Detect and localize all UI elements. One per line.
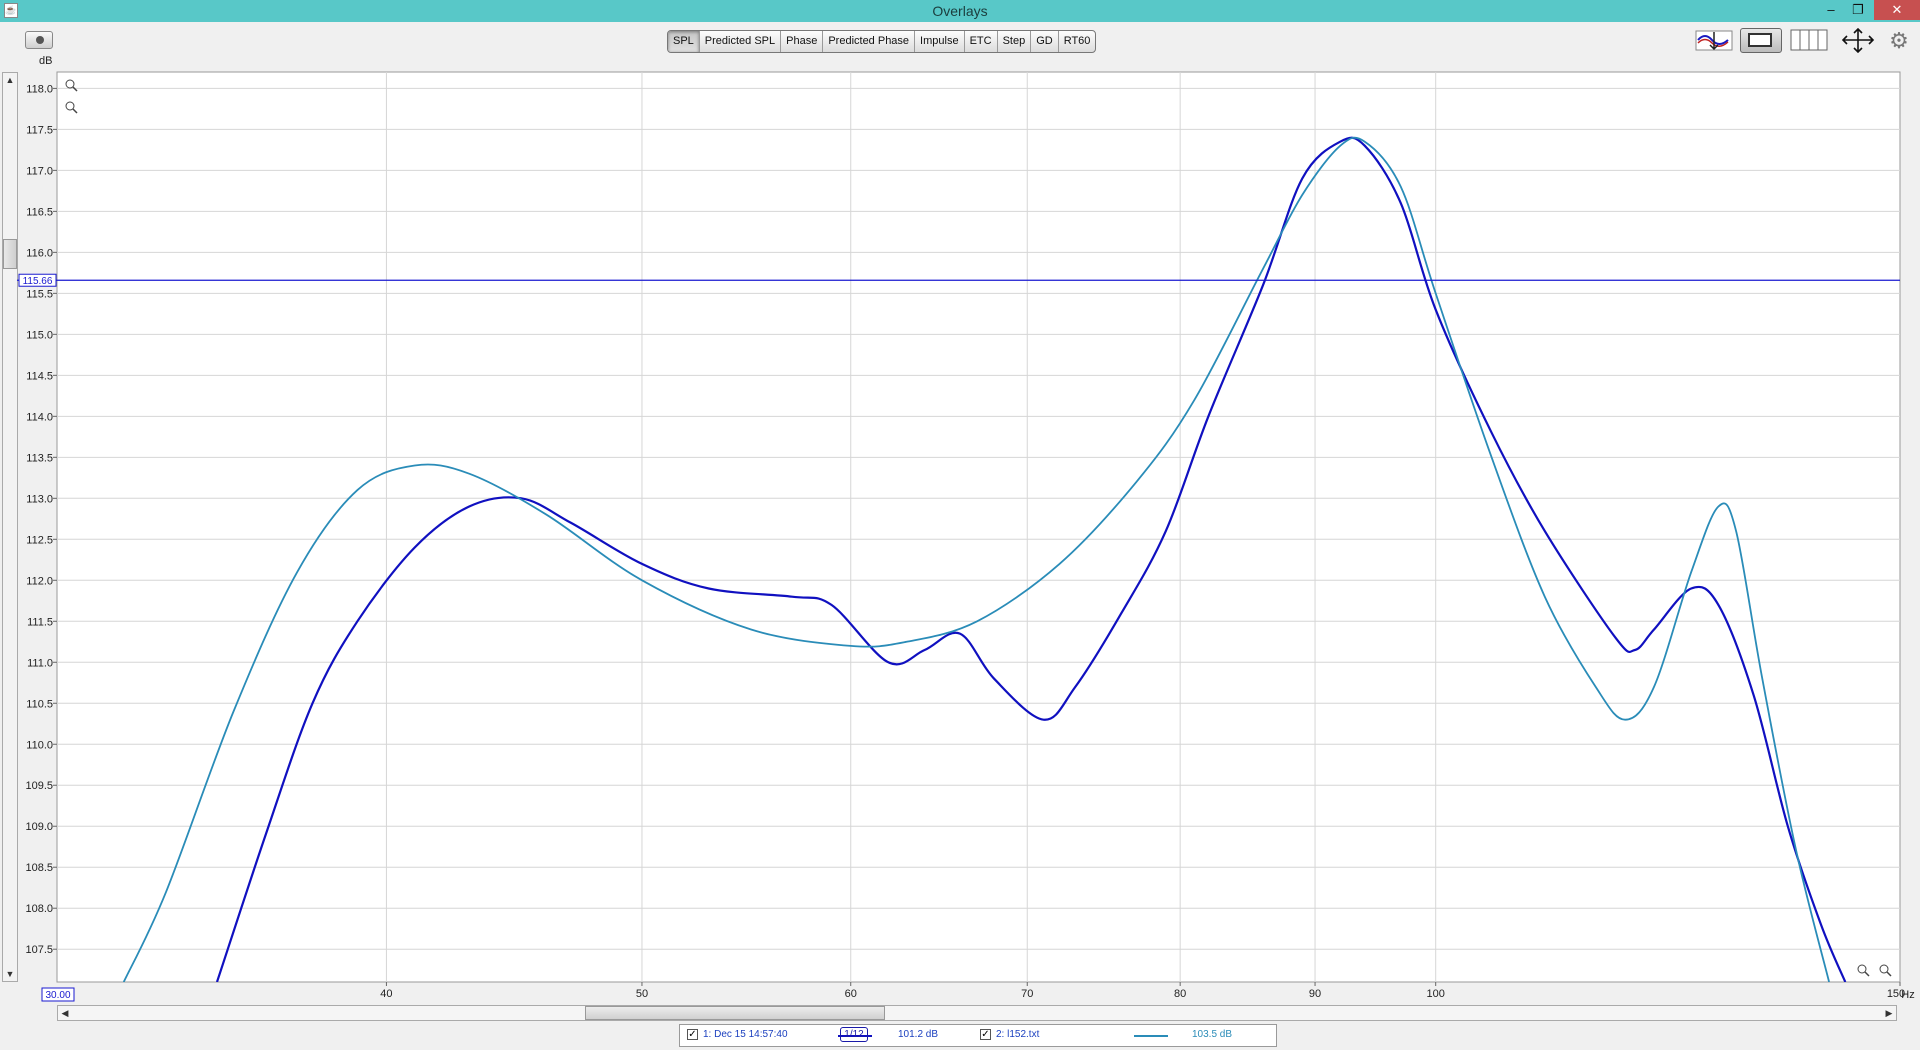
scroll-thumb[interactable] (585, 1006, 885, 1020)
y-tick-label: 107.5 (25, 944, 53, 956)
y-tick-label: 117.0 (26, 165, 53, 177)
x-tick-label: 60 (845, 988, 857, 1000)
x-start-readout: 30.00 (41, 987, 75, 1002)
x-tick-label: 80 (1174, 988, 1186, 1000)
measurement-1-level: 101.2 dB (898, 1029, 939, 1040)
x-axis-unit: Hz (1901, 989, 1914, 1001)
plot-area[interactable] (56, 71, 1901, 983)
cursor-value: 115.66 (23, 276, 53, 287)
y-tick-label: 115.5 (26, 288, 53, 300)
y-tick-label: 108.5 (25, 862, 53, 874)
y-tick-label: 113.5 (26, 452, 53, 464)
measurement-1-label[interactable]: 1: Dec 15 14:57:40 (703, 1029, 788, 1040)
y-tick-label: 113.0 (26, 493, 53, 505)
y-tick-label: 112.0 (26, 575, 53, 587)
x-tick-label: 70 (1021, 988, 1033, 1000)
smoothing-badge[interactable]: 1/12 (840, 1027, 868, 1042)
y-tick-label: 110.5 (26, 698, 53, 710)
scroll-right-arrow[interactable]: ▶ (1882, 1006, 1896, 1020)
measurement-2-line-swatch (1134, 1035, 1168, 1037)
x-start-value: 30.00 (45, 990, 70, 1001)
x-tick-label: 90 (1309, 988, 1321, 1000)
measurement-legend: ✓ 1: Dec 15 14:57:40 1/12 101.2 dB ✓ 2: … (679, 1024, 1277, 1047)
y-tick-label: 116.5 (26, 206, 53, 218)
y-tick-label: 111.0 (27, 657, 53, 669)
measurement-2-level: 103.5 dB (1192, 1029, 1233, 1040)
measurement-1-checkbox[interactable]: ✓ (687, 1029, 698, 1040)
y-tick-label: 112.5 (26, 534, 53, 546)
y-tick-label: 108.0 (25, 903, 53, 915)
y-tick-label: 109.0 (25, 821, 53, 833)
y-tick-label: 116.0 (26, 247, 53, 259)
measurement-2-label[interactable]: 2: l152.txt (996, 1029, 1039, 1040)
horizontal-scrollbar[interactable]: ◀ ▶ (57, 1005, 1897, 1021)
y-axis-ticks: 107.5 108.0 108.5 109.0 109.5 110.0 110.5 111.0… (25, 83, 57, 956)
y-tick-label: 114.5 (26, 370, 53, 382)
y-tick-label: 117.5 (26, 124, 53, 136)
measurement-2-checkbox[interactable]: ✓ (980, 1029, 991, 1040)
y-tick-label: 118.0 (26, 83, 53, 95)
y-tick-label: 111.5 (27, 616, 53, 628)
x-axis-ticks: 40 50 60 70 80 90 100 150 (380, 982, 1905, 1000)
y-tick-label: 109.5 (25, 780, 53, 792)
x-tick-label: 50 (636, 988, 648, 1000)
spl-chart[interactable]: 107.5 108.0 108.5 109.0 109.5 110.0 110.5 111.0… (0, 0, 1920, 1004)
y-tick-label: 114.0 (26, 411, 53, 423)
scroll-left-arrow[interactable]: ◀ (58, 1006, 72, 1020)
y-tick-label: 115.0 (26, 329, 53, 341)
x-tick-label: 40 (380, 988, 392, 1000)
x-tick-label: 100 (1427, 988, 1445, 1000)
y-tick-label: 110.0 (26, 739, 53, 751)
